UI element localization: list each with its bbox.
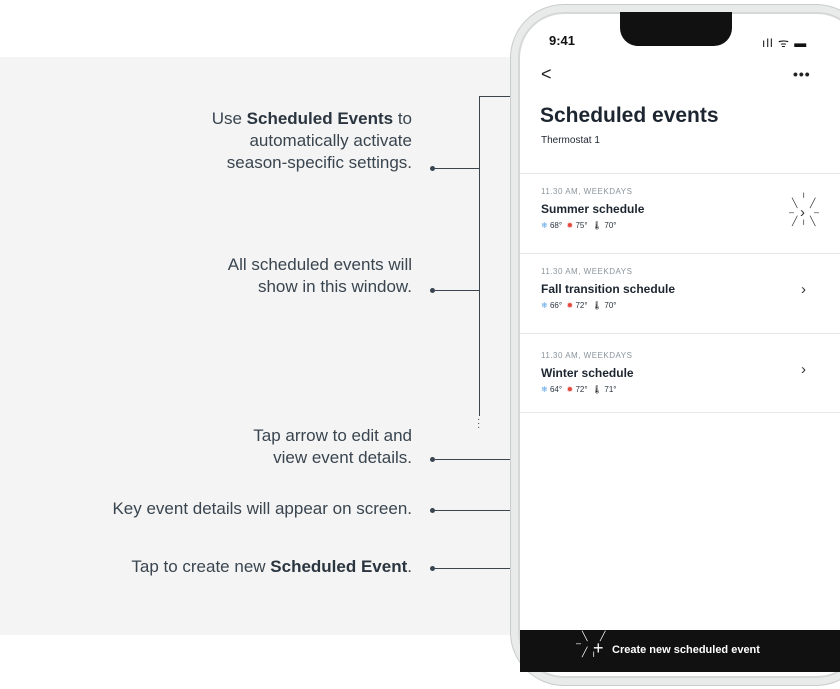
phone-notch	[620, 12, 732, 46]
snowflake-icon: ❄	[541, 301, 548, 310]
event-name: Fall transition schedule	[541, 282, 676, 296]
create-event-label: Create new scheduled event	[612, 644, 760, 656]
leader-line	[479, 96, 480, 416]
callout-all-events: All scheduled events will show in this w…	[227, 255, 412, 296]
plus-icon: +	[593, 638, 604, 658]
thermometer-icon: 🌡	[592, 301, 603, 310]
callout-create-event: Tap to create new Scheduled Event.	[131, 557, 412, 576]
event-time: 11.30 AM, WEEKDAYS	[541, 267, 633, 276]
event-item-winter[interactable]: 11.30 AM, WEEKDAYS Winter schedule ❄ 64°…	[520, 333, 840, 413]
event-temps: ❄ 68° ✹ 75° 🌡 70°	[541, 221, 617, 230]
snowflake-icon: ❄	[541, 385, 548, 394]
status-icons: ıll ᯤ ▬	[762, 36, 808, 50]
callout-key-details: Key event details will appear on screen.	[112, 499, 412, 518]
page-subtitle: Thermostat 1	[541, 135, 600, 146]
more-options-icon[interactable]: •••	[793, 66, 811, 82]
chevron-right-icon[interactable]: ›	[801, 361, 806, 378]
chevron-right-icon[interactable]: ╵ ╵ – – ╲ ╱ ╱ ╲ ›	[789, 193, 821, 230]
callout-scheduled-events: Use Scheduled Events to automatically ac…	[211, 109, 412, 172]
leader-dots: ···	[477, 414, 481, 433]
leader-line	[435, 290, 479, 291]
thermometer-icon: 🌡	[592, 221, 603, 230]
event-time: 11.30 AM, WEEKDAYS	[541, 351, 633, 360]
snowflake-icon: ❄	[541, 221, 548, 230]
event-name: Summer schedule	[541, 202, 645, 216]
sun-icon: ✹	[566, 385, 574, 394]
back-icon[interactable]: <	[541, 64, 552, 85]
event-temps: ❄ 66° ✹ 72° 🌡 70°	[541, 301, 617, 310]
page-title: Scheduled events	[540, 104, 719, 127]
chevron-right-icon[interactable]: ›	[801, 281, 806, 298]
event-name: Winter schedule	[541, 366, 634, 380]
create-event-button[interactable]: ╵ ╵ – ╲ ╱ ╱ + Create new scheduled event	[520, 624, 840, 672]
status-time: 9:41	[549, 33, 576, 48]
event-temps: ❄ 64° ✹ 72° 🌡 71°	[541, 385, 617, 394]
leader-line	[435, 168, 479, 169]
event-item-summer[interactable]: 11.30 AM, WEEKDAYS Summer schedule ❄ 68°…	[520, 173, 840, 253]
callout-tap-arrow: Tap arrow to edit and view event details…	[253, 426, 412, 467]
sun-icon: ✹	[566, 221, 574, 230]
sun-icon: ✹	[566, 301, 574, 310]
thermometer-icon: 🌡	[592, 385, 603, 394]
event-time: 11.30 AM, WEEKDAYS	[541, 187, 633, 196]
event-item-fall[interactable]: 11.30 AM, WEEKDAYS Fall transition sched…	[520, 253, 840, 333]
